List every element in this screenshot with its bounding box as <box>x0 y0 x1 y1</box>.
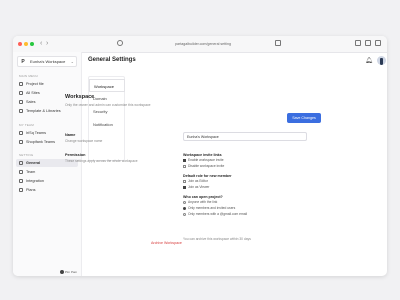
workspace-name: Eunha's Workspace <box>30 59 66 64</box>
sidebar-item-team[interactable]: Team <box>16 168 78 176</box>
tabs-overview-icon[interactable] <box>375 40 381 46</box>
permission-label: Permission <box>65 153 86 157</box>
maximize-dot[interactable] <box>30 42 34 46</box>
role-option[interactable]: Join as Viewer <box>183 185 209 190</box>
radio[interactable] <box>183 212 186 216</box>
reload-icon[interactable] <box>275 40 281 46</box>
close-dot[interactable] <box>18 42 22 46</box>
user-name: Pim Pam <box>65 270 78 274</box>
invite-option[interactable]: Enable workspace invite <box>183 158 224 163</box>
chart-icon <box>19 100 23 104</box>
checkbox[interactable] <box>183 179 186 183</box>
sidebar-item-plans[interactable]: Plans <box>16 186 78 194</box>
section-setting: SETTING <box>19 153 34 157</box>
sidebar: P Eunha's Workspace ⌄ MAIN MENU Project … <box>13 52 82 276</box>
workspace-logo: P <box>21 59 25 65</box>
template-icon <box>19 109 23 113</box>
sidebar-item-integration[interactable]: Integration <box>16 177 78 185</box>
tab-notification[interactable]: Notification <box>89 118 125 131</box>
section-my-team: MY TEAM <box>19 123 34 127</box>
card-icon <box>19 188 23 192</box>
open-project-option[interactable]: Anyone with the link <box>183 200 217 205</box>
team-icon <box>19 140 23 144</box>
radio[interactable] <box>183 206 186 210</box>
section-subtitle: Only the owner and admin can customize t… <box>65 103 151 107</box>
page-title: General Settings <box>88 57 136 63</box>
browser-window: ‹ › partagalbuilder.com/general setting … <box>13 36 387 276</box>
settings-subnav: Workspace Domain Security Notification <box>88 76 125 161</box>
user-chip[interactable]: Pim Pam <box>60 270 77 275</box>
profile-avatar[interactable] <box>377 56 386 65</box>
open-project-option[interactable]: Only members and invited users <box>183 206 235 211</box>
shield-icon <box>117 40 123 46</box>
workspace-name-field[interactable]: Eunha's Workspace <box>183 132 307 141</box>
section-main-menu: MAIN MENU <box>19 74 38 78</box>
plug-icon <box>19 179 23 183</box>
save-button[interactable]: Save Changes <box>287 113 321 123</box>
checkbox[interactable] <box>183 158 186 162</box>
open-project-title: Who can open project? <box>183 195 223 199</box>
sidebar-item-project-file[interactable]: Project file <box>16 80 78 88</box>
archive-help: You can archive this workspace within 30… <box>183 237 251 241</box>
chevron-updown-icon: ⌄ <box>70 59 74 64</box>
address-bar[interactable]: partagalbuilder.com/general setting <box>143 39 263 49</box>
share-icon[interactable] <box>355 40 361 46</box>
invite-title: Workspace invite links <box>183 153 222 157</box>
sidebar-item-templates[interactable]: Template & Libraries <box>16 107 78 115</box>
new-tab-icon[interactable] <box>365 40 371 46</box>
gear-icon <box>19 161 23 165</box>
folder-icon <box>19 82 23 86</box>
checkbox[interactable] <box>183 164 186 168</box>
invite-option[interactable]: Disable workspace invite <box>183 164 224 169</box>
permission-help: These settings apply across the whole wo… <box>65 159 138 163</box>
archive-workspace-link[interactable]: Archive Workspace <box>151 241 182 245</box>
workspace-switcher[interactable]: P Eunha's Workspace ⌄ <box>17 56 77 67</box>
browser-toolbar: ‹ › partagalbuilder.com/general setting <box>13 36 387 53</box>
users-icon <box>19 170 23 174</box>
tab-workspace[interactable]: Workspace <box>89 79 125 92</box>
open-project-option[interactable]: Only members with a @gmail.com email <box>183 212 247 217</box>
forward-icon[interactable]: › <box>46 39 48 49</box>
main-content: General Settings 🔔︎ Workspace Domain Sec… <box>82 52 387 276</box>
checkbox[interactable] <box>183 185 186 189</box>
role-option[interactable]: Join as Editor <box>183 179 208 184</box>
default-role-title: Default role for new member <box>183 174 232 178</box>
bell-icon[interactable]: 🔔︎ <box>365 57 373 65</box>
avatar <box>60 270 64 275</box>
team-icon <box>19 131 23 135</box>
name-label: Name <box>65 133 76 137</box>
minimize-dot[interactable] <box>24 42 28 46</box>
back-icon[interactable]: ‹ <box>40 39 42 49</box>
section-title: Workspace <box>65 94 95 100</box>
grid-icon <box>19 91 23 95</box>
name-help: Change workspace name <box>65 139 103 143</box>
radio[interactable] <box>183 200 186 204</box>
